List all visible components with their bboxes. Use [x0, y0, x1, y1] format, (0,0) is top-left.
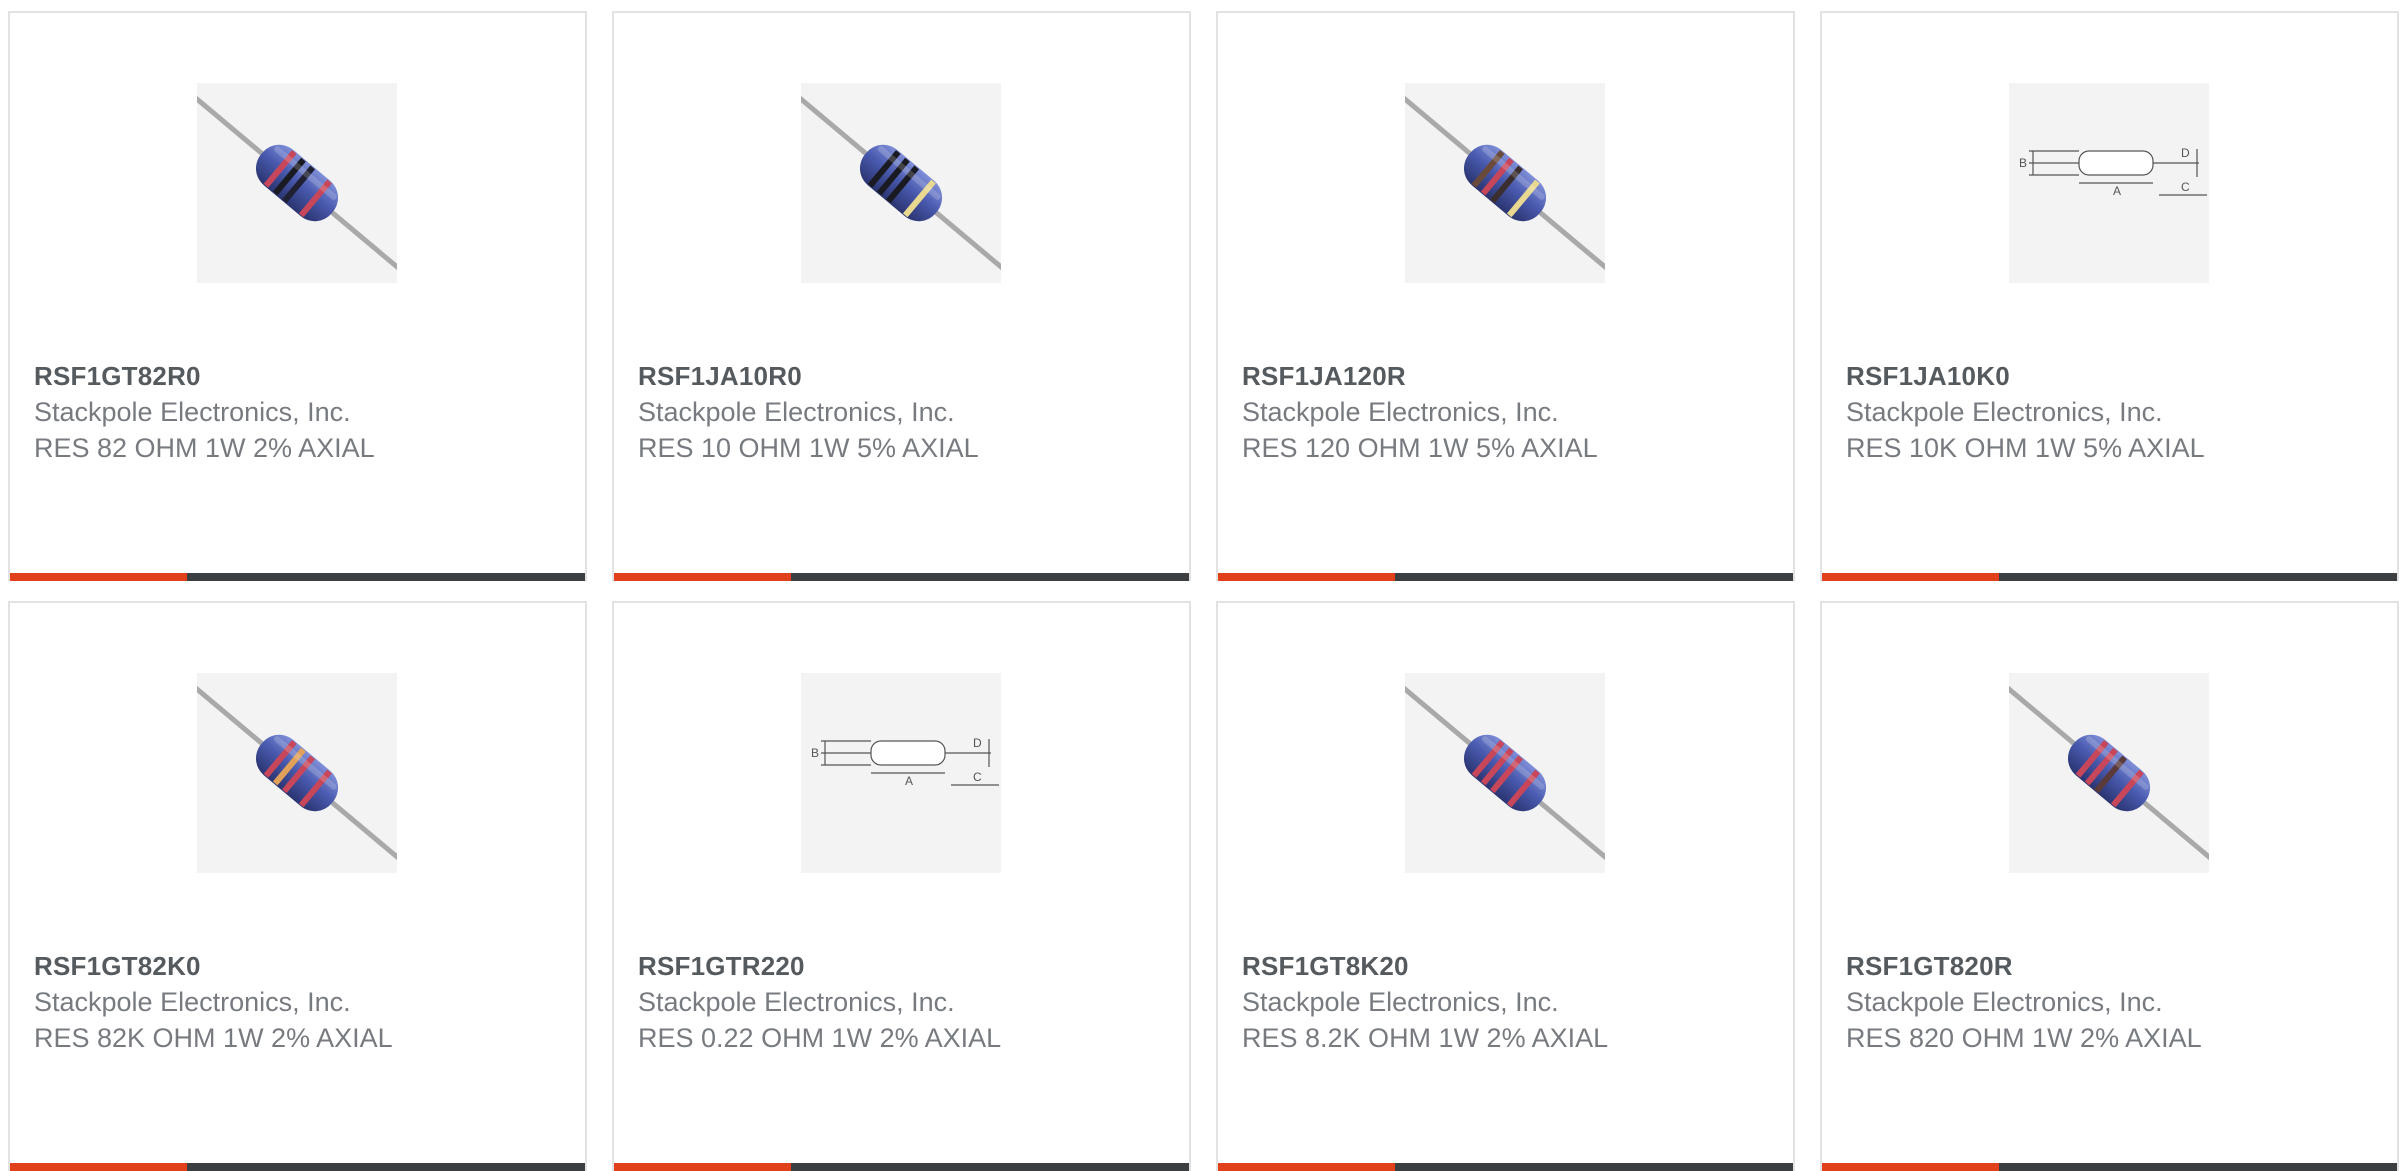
card-accent-bar [1822, 1163, 2000, 1171]
product-info: RSF1GT82K0 Stackpole Electronics, Inc. R… [34, 948, 561, 1056]
product-card[interactable]: RSF1GT82K0 Stackpole Electronics, Inc. R… [8, 601, 587, 1171]
product-info: RSF1JA10K0 Stackpole Electronics, Inc. R… [1846, 358, 2373, 466]
resistor-photo-icon [1405, 95, 1605, 271]
dimension-label: C [973, 770, 982, 784]
part-number[interactable]: RSF1JA10R0 [638, 358, 1165, 394]
product-image[interactable] [801, 83, 1001, 283]
product-image[interactable]: B A C D [2009, 83, 2209, 283]
card-accent-bar [10, 573, 188, 581]
product-info: RSF1JA120R Stackpole Electronics, Inc. R… [1242, 358, 1769, 466]
product-image[interactable] [197, 673, 397, 873]
card-bottom-bar [614, 573, 1189, 581]
product-info: RSF1GT82R0 Stackpole Electronics, Inc. R… [34, 358, 561, 466]
card-accent-bar [614, 1163, 792, 1171]
product-image[interactable] [1405, 673, 1605, 873]
product-image[interactable] [1405, 83, 1605, 283]
product-card[interactable]: RSF1JA120R Stackpole Electronics, Inc. R… [1216, 11, 1795, 581]
dimension-label: B [2019, 156, 2027, 170]
description: RES 10 OHM 1W 5% AXIAL [638, 433, 979, 463]
product-image[interactable]: B A C D [801, 673, 1001, 873]
manufacturer: Stackpole Electronics, Inc. [1242, 987, 1559, 1017]
part-number[interactable]: RSF1JA120R [1242, 358, 1769, 394]
card-bottom-bar [10, 1163, 585, 1171]
product-info: RSF1GT8K20 Stackpole Electronics, Inc. R… [1242, 948, 1769, 1056]
card-accent-bar [1822, 573, 2000, 581]
dimension-label: D [973, 736, 982, 750]
card-bottom-bar [1822, 1163, 2397, 1171]
product-info: RSF1GT820R Stackpole Electronics, Inc. R… [1846, 948, 2373, 1056]
dimension-drawing-icon: B A C D [811, 736, 999, 788]
product-grid: RSF1GT82R0 Stackpole Electronics, Inc. R… [8, 11, 2399, 1171]
dimension-drawing-icon: B A C D [2019, 146, 2207, 198]
dimension-label: A [905, 774, 913, 788]
dimension-label: B [811, 746, 819, 760]
product-info: RSF1GTR220 Stackpole Electronics, Inc. R… [638, 948, 1165, 1056]
resistor-photo-icon [801, 95, 1001, 271]
manufacturer: Stackpole Electronics, Inc. [1846, 987, 2163, 1017]
product-card[interactable]: B A C D RSF1JA10K0 Stackpole Electronics, I… [1820, 11, 2399, 581]
product-info: RSF1JA10R0 Stackpole Electronics, Inc. R… [638, 358, 1165, 466]
dimension-label: A [2113, 184, 2121, 198]
card-accent-bar [1218, 573, 1396, 581]
part-number[interactable]: RSF1GTR220 [638, 948, 1165, 984]
description: RES 820 OHM 1W 2% AXIAL [1846, 1023, 2202, 1053]
resistor-photo-icon [197, 95, 397, 271]
product-card[interactable]: RSF1JA10R0 Stackpole Electronics, Inc. R… [612, 11, 1191, 581]
product-image[interactable] [197, 83, 397, 283]
card-bottom-bar [10, 573, 585, 581]
description: RES 0.22 OHM 1W 2% AXIAL [638, 1023, 1002, 1053]
dimension-label: D [2181, 146, 2190, 160]
description: RES 8.2K OHM 1W 2% AXIAL [1242, 1023, 1609, 1053]
resistor-photo-icon [197, 685, 397, 861]
card-bottom-bar [614, 1163, 1189, 1171]
product-card[interactable]: RSF1GT820R Stackpole Electronics, Inc. R… [1820, 601, 2399, 1171]
card-bottom-bar [1218, 573, 1793, 581]
resistor-photo-icon [2009, 685, 2209, 861]
part-number[interactable]: RSF1JA10K0 [1846, 358, 2373, 394]
manufacturer: Stackpole Electronics, Inc. [638, 987, 955, 1017]
product-image[interactable] [2009, 673, 2209, 873]
manufacturer: Stackpole Electronics, Inc. [638, 397, 955, 427]
part-number[interactable]: RSF1GT8K20 [1242, 948, 1769, 984]
manufacturer: Stackpole Electronics, Inc. [34, 987, 351, 1017]
part-number[interactable]: RSF1GT820R [1846, 948, 2373, 984]
description: RES 120 OHM 1W 5% AXIAL [1242, 433, 1598, 463]
description: RES 82K OHM 1W 2% AXIAL [34, 1023, 393, 1053]
card-accent-bar [614, 573, 792, 581]
card-bottom-bar [1822, 573, 2397, 581]
product-card[interactable]: RSF1GT82R0 Stackpole Electronics, Inc. R… [8, 11, 587, 581]
description: RES 10K OHM 1W 5% AXIAL [1846, 433, 2205, 463]
card-bottom-bar [1218, 1163, 1793, 1171]
resistor-photo-icon [1405, 685, 1605, 861]
part-number[interactable]: RSF1GT82R0 [34, 358, 561, 394]
description: RES 82 OHM 1W 2% AXIAL [34, 433, 375, 463]
manufacturer: Stackpole Electronics, Inc. [34, 397, 351, 427]
manufacturer: Stackpole Electronics, Inc. [1242, 397, 1559, 427]
card-accent-bar [1218, 1163, 1396, 1171]
product-card[interactable]: B A C D RSF1GTR220 Stackpole Electronics, I… [612, 601, 1191, 1171]
manufacturer: Stackpole Electronics, Inc. [1846, 397, 2163, 427]
dimension-label: C [2181, 180, 2190, 194]
product-card[interactable]: RSF1GT8K20 Stackpole Electronics, Inc. R… [1216, 601, 1795, 1171]
card-accent-bar [10, 1163, 188, 1171]
part-number[interactable]: RSF1GT82K0 [34, 948, 561, 984]
